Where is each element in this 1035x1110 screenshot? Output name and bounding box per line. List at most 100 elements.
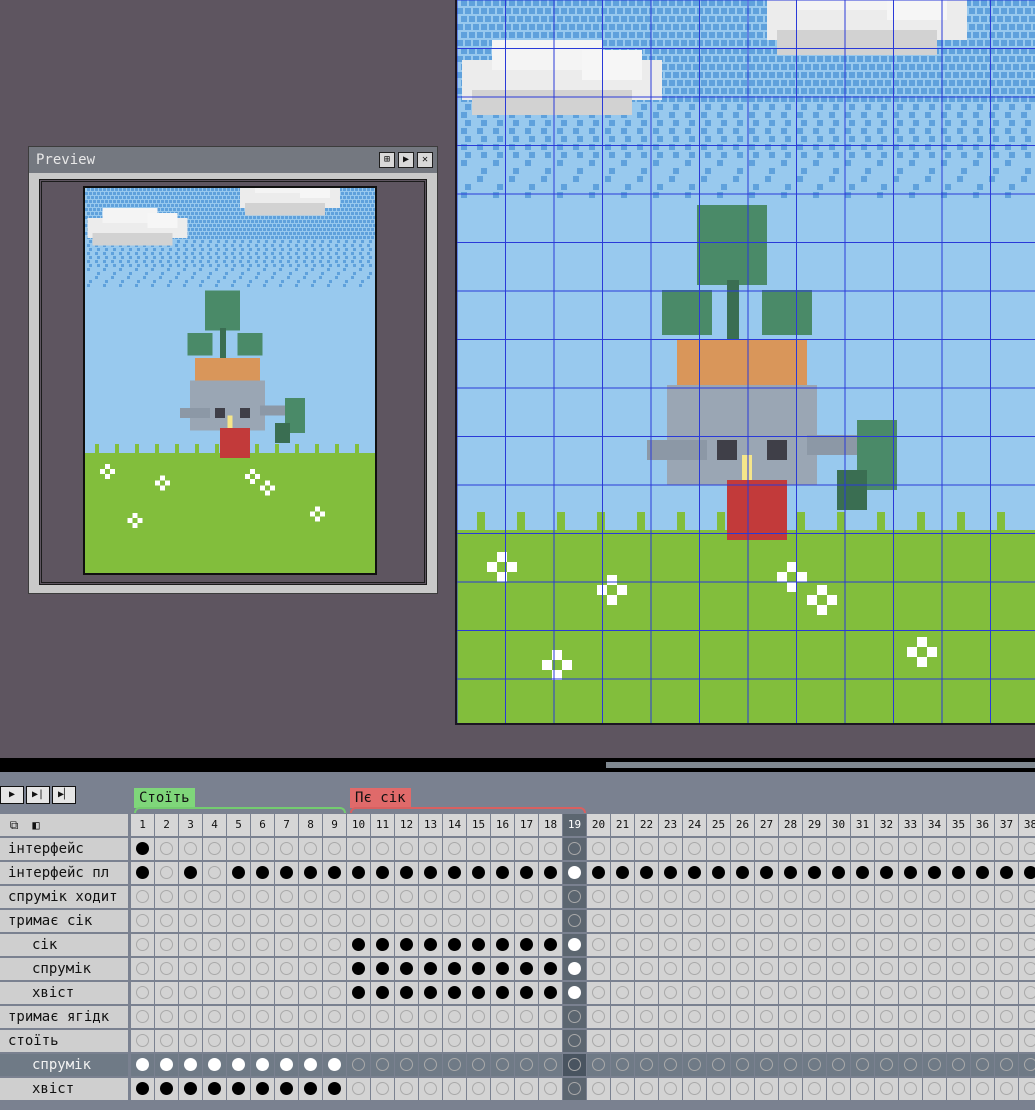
- cel[interactable]: [515, 958, 538, 980]
- cel[interactable]: [515, 838, 538, 860]
- frame-header-33[interactable]: 33: [899, 814, 922, 836]
- cel[interactable]: [443, 1030, 466, 1052]
- cel[interactable]: [179, 838, 202, 860]
- cel[interactable]: [947, 958, 970, 980]
- cel[interactable]: [731, 1054, 754, 1076]
- cel[interactable]: [323, 1054, 346, 1076]
- cel[interactable]: [947, 982, 970, 1004]
- cel[interactable]: [419, 1006, 442, 1028]
- frame-header-38[interactable]: 38: [1019, 814, 1035, 836]
- cel[interactable]: [443, 910, 466, 932]
- frame-header-32[interactable]: 32: [875, 814, 898, 836]
- cel[interactable]: [635, 1078, 658, 1100]
- cel[interactable]: [203, 1078, 226, 1100]
- cel[interactable]: [995, 910, 1018, 932]
- cel[interactable]: [995, 1054, 1018, 1076]
- cel[interactable]: [371, 1030, 394, 1052]
- cel[interactable]: [635, 910, 658, 932]
- cel[interactable]: [779, 1054, 802, 1076]
- cel[interactable]: [227, 862, 250, 884]
- cel[interactable]: [227, 910, 250, 932]
- frame-header-14[interactable]: 14: [443, 814, 466, 836]
- cel[interactable]: [251, 910, 274, 932]
- cel[interactable]: [443, 1078, 466, 1100]
- cel[interactable]: [491, 934, 514, 956]
- cel[interactable]: [731, 1078, 754, 1100]
- cel[interactable]: [611, 910, 634, 932]
- cel[interactable]: [491, 1078, 514, 1100]
- cel[interactable]: [539, 1078, 562, 1100]
- cel[interactable]: [971, 838, 994, 860]
- cel[interactable]: [875, 982, 898, 1004]
- frame-header-2[interactable]: 2: [155, 814, 178, 836]
- cel[interactable]: [971, 934, 994, 956]
- cel[interactable]: [299, 1054, 322, 1076]
- cel[interactable]: [875, 1006, 898, 1028]
- cel[interactable]: [1019, 838, 1035, 860]
- cel[interactable]: [707, 1030, 730, 1052]
- cel[interactable]: [707, 1006, 730, 1028]
- cel[interactable]: [827, 910, 850, 932]
- cel[interactable]: [491, 982, 514, 1004]
- cel[interactable]: [755, 1054, 778, 1076]
- cel[interactable]: [419, 910, 442, 932]
- cel[interactable]: [443, 1054, 466, 1076]
- cel[interactable]: [179, 1054, 202, 1076]
- cel[interactable]: [299, 838, 322, 860]
- cel[interactable]: [563, 910, 586, 932]
- cel[interactable]: [899, 910, 922, 932]
- cel[interactable]: [323, 958, 346, 980]
- cel[interactable]: [851, 958, 874, 980]
- cel[interactable]: [611, 862, 634, 884]
- cel[interactable]: [347, 1054, 370, 1076]
- frame-header-3[interactable]: 3: [179, 814, 202, 836]
- cel[interactable]: [443, 838, 466, 860]
- cel[interactable]: [563, 934, 586, 956]
- cel[interactable]: [539, 982, 562, 1004]
- cel[interactable]: [227, 838, 250, 860]
- cel[interactable]: [995, 982, 1018, 1004]
- cel[interactable]: [995, 1006, 1018, 1028]
- cel[interactable]: [515, 982, 538, 1004]
- cel[interactable]: [947, 1006, 970, 1028]
- cel[interactable]: [731, 1030, 754, 1052]
- cel[interactable]: [155, 910, 178, 932]
- cel[interactable]: [491, 1006, 514, 1028]
- cel[interactable]: [803, 982, 826, 1004]
- cel[interactable]: [827, 838, 850, 860]
- cel[interactable]: [611, 838, 634, 860]
- cel[interactable]: [299, 1006, 322, 1028]
- cel[interactable]: [467, 1030, 490, 1052]
- cel[interactable]: [275, 934, 298, 956]
- cel[interactable]: [851, 934, 874, 956]
- cel[interactable]: [899, 958, 922, 980]
- cel[interactable]: [251, 1006, 274, 1028]
- cel[interactable]: [1019, 1054, 1035, 1076]
- frame-header-22[interactable]: 22: [635, 814, 658, 836]
- cel[interactable]: [731, 838, 754, 860]
- cel[interactable]: [1019, 910, 1035, 932]
- frame-header-23[interactable]: 23: [659, 814, 682, 836]
- cel[interactable]: [875, 1078, 898, 1100]
- cel[interactable]: [995, 934, 1018, 956]
- cel[interactable]: [203, 958, 226, 980]
- cel[interactable]: [227, 934, 250, 956]
- cel[interactable]: [443, 1006, 466, 1028]
- cel[interactable]: [251, 886, 274, 908]
- cel[interactable]: [923, 958, 946, 980]
- last-frame-button[interactable]: ▶▏: [52, 786, 76, 804]
- preview-image[interactable]: [83, 186, 377, 575]
- cel[interactable]: [467, 1078, 490, 1100]
- cel[interactable]: [323, 838, 346, 860]
- cel[interactable]: [491, 910, 514, 932]
- cel[interactable]: [683, 934, 706, 956]
- cel[interactable]: [539, 1054, 562, 1076]
- cel[interactable]: [779, 910, 802, 932]
- frame-header-13[interactable]: 13: [419, 814, 442, 836]
- cel[interactable]: [995, 862, 1018, 884]
- cel[interactable]: [227, 958, 250, 980]
- cel[interactable]: [491, 1054, 514, 1076]
- cel[interactable]: [275, 1030, 298, 1052]
- cel[interactable]: [419, 886, 442, 908]
- close-icon[interactable]: ✕: [417, 152, 433, 168]
